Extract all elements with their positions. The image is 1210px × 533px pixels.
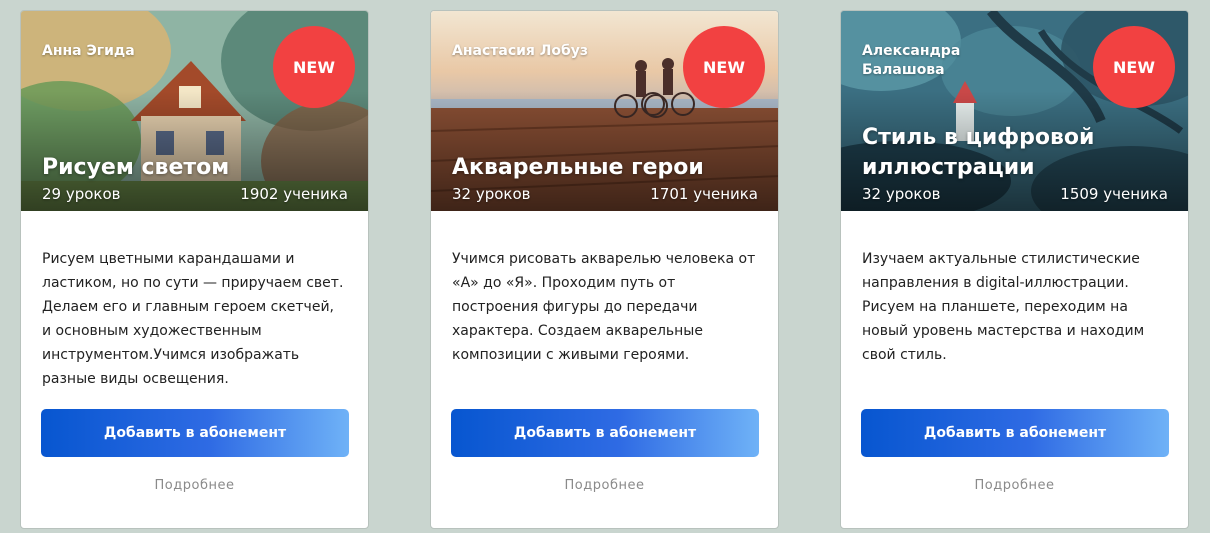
new-badge: NEW [1093,26,1175,108]
lessons-count: 32 уроков [862,185,941,203]
course-description: Учимся рисовать акварелью человека от «А… [452,251,756,363]
course-cover[interactable]: Александра Балашова NEW Стиль в цифровой… [841,11,1188,211]
course-title[interactable]: Акварельные герои [452,153,766,183]
course-grid: Анна Эгида NEW Рисуем светом 29 уроков 1… [0,0,1210,533]
author-name[interactable]: Анастасия Лобуз [452,42,602,61]
course-title[interactable]: Рисуем светом [42,153,356,183]
lessons-count: 29 уроков [42,185,121,203]
course-cover[interactable]: Анастасия Лобуз NEW Акварельные герои 32… [431,11,778,211]
lessons-count: 32 уроков [452,185,531,203]
new-badge: NEW [683,26,765,108]
course-card[interactable]: Анастасия Лобуз NEW Акварельные герои 32… [430,10,779,529]
details-link[interactable]: Подробнее [841,478,1188,493]
course-title[interactable]: Стиль в цифровой иллюстрации [862,123,1176,183]
course-card[interactable]: Анна Эгида NEW Рисуем светом 29 уроков 1… [20,10,369,529]
new-badge: NEW [273,26,355,108]
course-cover[interactable]: Анна Эгида NEW Рисуем светом 29 уроков 1… [21,11,368,211]
details-link[interactable]: Подробнее [431,478,778,493]
author-name[interactable]: Анна Эгида [42,42,192,61]
students-count: 1902 ученика [240,185,348,203]
details-link[interactable]: Подробнее [21,478,368,493]
add-to-subscription-button[interactable]: Добавить в абонемент [861,409,1169,457]
add-to-subscription-button[interactable]: Добавить в абонемент [41,409,349,457]
students-count: 1509 ученика [1060,185,1168,203]
course-description: Изучаем актуальные стилистические направ… [862,251,1145,363]
add-to-subscription-button[interactable]: Добавить в абонемент [451,409,759,457]
author-name[interactable]: Александра Балашова [862,42,1012,80]
course-card[interactable]: Александра Балашова NEW Стиль в цифровой… [840,10,1189,529]
course-description: Рисуем цветными карандашами и ластиком, … [42,251,344,387]
students-count: 1701 ученика [650,185,758,203]
